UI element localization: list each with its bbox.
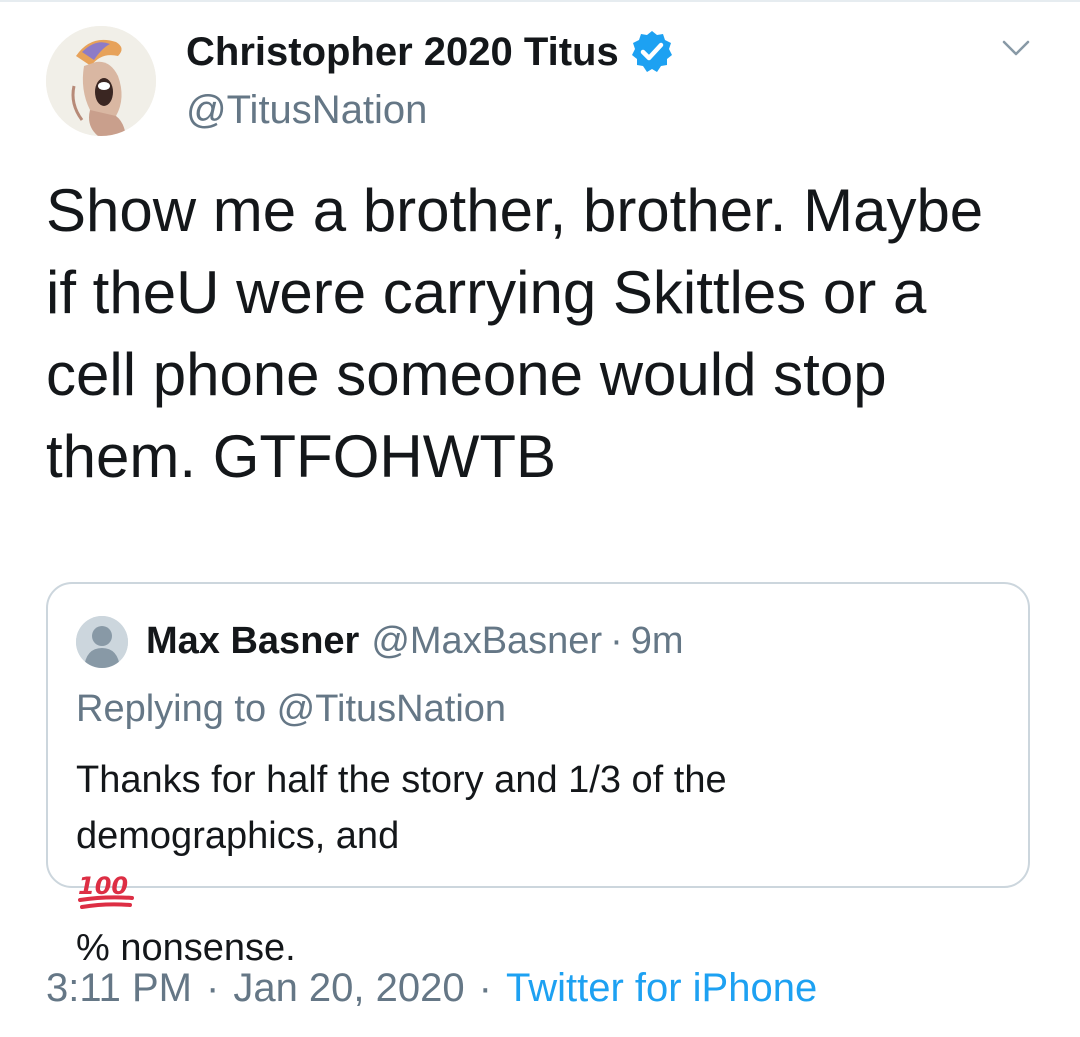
separator-dot: · [206,966,220,1010]
verified-badge-icon [631,31,672,72]
quoted-text-line: Thanks for half the story and 1/3 of the [76,759,727,801]
tweet-text-line: Show me a brother, brother. Maybe [46,177,984,244]
tweet-text-line: cell phone someone would stop [46,341,887,408]
tweet-text-line: if theU were carrying Skittles or a [46,259,927,326]
hundred-points-emoji-icon: 100 [78,872,134,909]
quoted-text-line: demographics, and 100 % nonsense. [76,808,976,976]
quoted-text-part: demographics, and [76,815,400,857]
separator-dot: · [478,966,492,1010]
tweet-time[interactable]: 3:11 PM [46,966,192,1010]
separator-dot: · [610,620,623,662]
tweet-date[interactable]: Jan 20, 2020 [233,966,464,1010]
author-display-name[interactable]: Christopher 2020 Titus [186,28,675,76]
author-avatar[interactable] [46,26,156,136]
quoted-tweet-time[interactable]: 9m [631,620,684,662]
quoted-author-handle[interactable]: @MaxBasner [371,620,602,662]
tweet-source-link[interactable]: Twitter for iPhone [506,966,817,1010]
tweet-text-line: them. GTFOHWTB [46,423,556,490]
top-divider [0,0,1080,2]
quoted-tweet-header: Max Basner @MaxBasner · 9m [146,616,684,666]
default-avatar-icon[interactable] [76,616,128,668]
tweet-metadata: 3:11 PM · Jan 20, 2020 · Twitter for iPhone [46,962,817,1014]
chevron-down-icon[interactable] [1000,32,1032,64]
quoted-author-name[interactable]: Max Basner [146,620,359,662]
author-handle[interactable]: @TitusNation [186,86,427,134]
tweet-text: Show me a brother, brother. Maybe if the… [46,170,1046,498]
quoted-tweet-text: Thanks for half the story and 1/3 of the… [76,752,976,976]
quoted-tweet-card[interactable]: Max Basner @MaxBasner · 9m Replying to @Tit… [46,582,1030,969]
replying-to-label: Replying to @TitusNation [76,688,507,730]
author-name-text[interactable]: Christopher 2020 Titus [186,28,619,76]
